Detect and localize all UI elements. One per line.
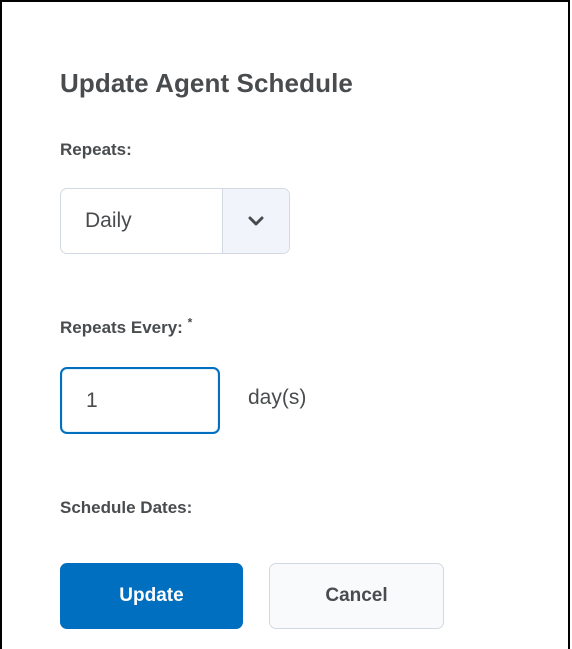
update-button[interactable]: Update xyxy=(60,563,243,629)
cancel-button[interactable]: Cancel xyxy=(269,563,444,629)
dialog-frame: Update Agent Schedule Repeats: Daily Rep… xyxy=(0,0,570,649)
repeats-every-unit: day(s) xyxy=(248,386,307,409)
repeats-every-label-text: Repeats Every: xyxy=(60,318,183,337)
repeats-every-label: Repeats Every: * xyxy=(60,315,193,338)
repeats-select-value: Daily xyxy=(85,209,132,232)
repeats-select[interactable]: Daily xyxy=(60,188,290,254)
schedule-dates-label: Schedule Dates: xyxy=(60,498,193,517)
repeats-label: Repeats: xyxy=(60,140,132,159)
repeats-every-input[interactable] xyxy=(60,367,220,434)
required-marker: * xyxy=(187,315,193,330)
select-arrow-button[interactable] xyxy=(222,189,289,253)
dialog-title: Update Agent Schedule xyxy=(60,68,353,98)
chevron-down-icon xyxy=(248,216,264,226)
